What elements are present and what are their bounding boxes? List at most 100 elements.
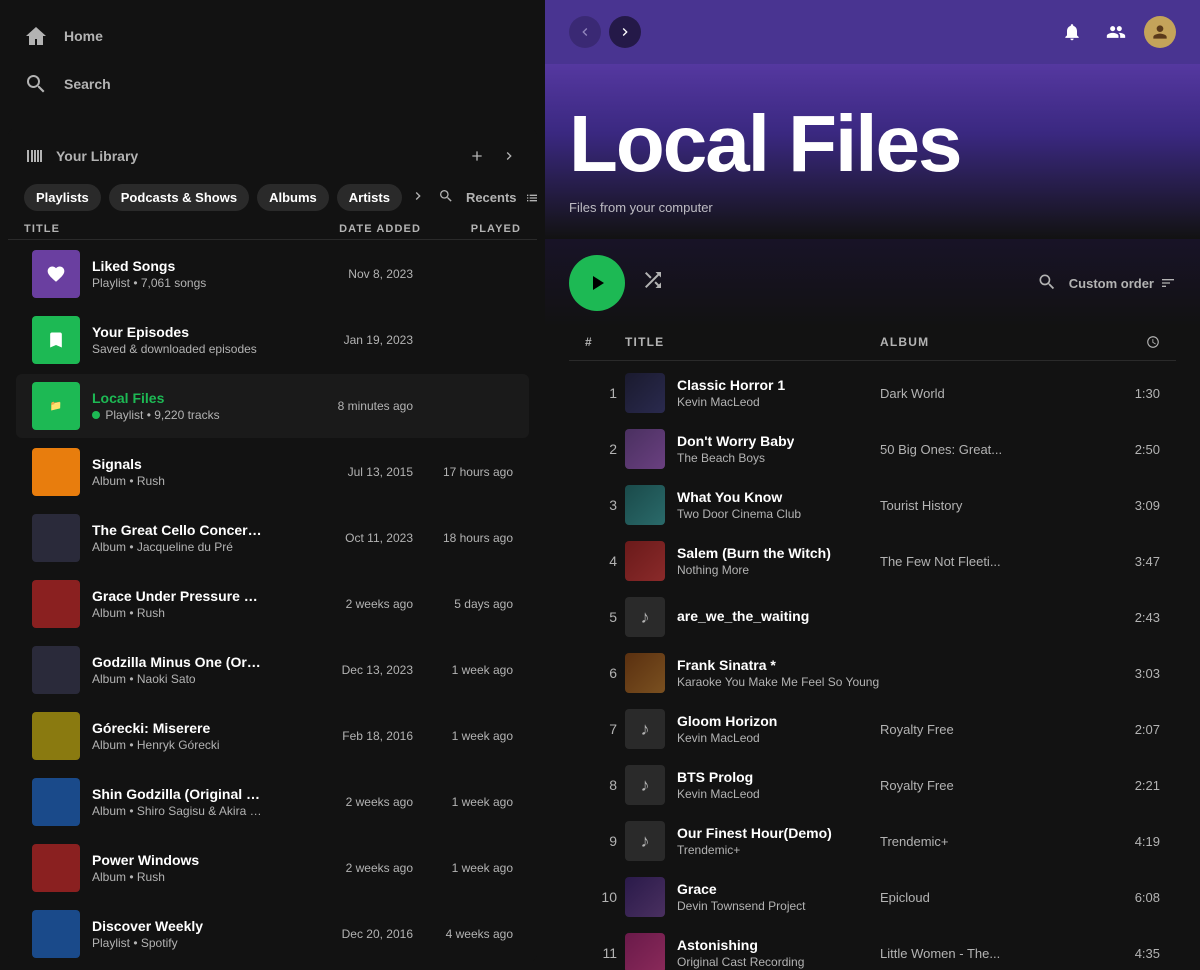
search-tracks-icon — [1037, 272, 1057, 292]
track-artist[interactable]: Devin Townsend Project — [677, 899, 806, 913]
library-search-button[interactable] — [434, 184, 458, 211]
track-album: 50 Big Ones: Great... — [880, 442, 1080, 457]
track-duration: 4:35 — [1080, 946, 1160, 961]
library-item-your-episodes[interactable]: Your Episodes Saved & downloaded episode… — [16, 308, 529, 372]
forward-button[interactable] — [609, 16, 641, 48]
track-album: The Few Not Fleeti... — [880, 554, 1080, 569]
track-row[interactable]: 3 What You Know Two Door Cinema Club Tou… — [569, 477, 1176, 533]
great-cello-sub: Album • Jacqueline du Pré — [92, 540, 263, 554]
gorecki-thumb — [32, 712, 80, 760]
track-duration: 1:30 — [1080, 386, 1160, 401]
track-name: Astonishing — [677, 937, 804, 953]
library-item-grace-pressure[interactable]: Grace Under Pressure Tour Li... Album • … — [16, 572, 529, 636]
nav-home[interactable]: Home — [8, 12, 537, 60]
track-artist[interactable]: Nothing More — [677, 563, 831, 577]
track-artist[interactable]: Kevin MacLeod — [677, 787, 760, 801]
track-row[interactable]: 1 Classic Horror 1 Kevin MacLeod Dark Wo… — [569, 365, 1176, 421]
track-row[interactable]: 8 ♪ BTS Prolog Kevin MacLeod Royalty Fre… — [569, 757, 1176, 813]
track-artist[interactable]: Two Door Cinema Club — [677, 507, 801, 521]
user-avatar[interactable] — [1144, 16, 1176, 48]
pill-albums[interactable]: Albums — [257, 184, 329, 211]
discover-weekly-info: Discover Weekly Playlist • Spotify — [92, 918, 263, 950]
library-item-liked-songs[interactable]: Liked Songs Playlist • 7,061 songs Nov 8… — [16, 242, 529, 306]
track-thumb — [625, 877, 665, 917]
search-small-icon — [438, 188, 454, 204]
track-artist[interactable]: Karaoke You Make Me Feel So Young — [677, 675, 879, 689]
gorecki-date: Feb 18, 2016 — [263, 729, 413, 743]
great-cello-name: The Great Cello Concertos: ... — [92, 522, 263, 538]
add-library-button[interactable] — [465, 144, 489, 168]
track-thumb: ♪ — [625, 597, 665, 637]
power-windows-sub: Album • Rush — [92, 870, 263, 884]
notifications-button[interactable] — [1056, 16, 1088, 48]
track-row[interactable]: 6 Frank Sinatra * Karaoke You Make Me Fe… — [569, 645, 1176, 701]
track-info: Salem (Burn the Witch) Nothing More — [625, 541, 880, 581]
track-album: Tourist History — [880, 498, 1080, 513]
expand-library-button[interactable] — [497, 144, 521, 168]
play-icon — [585, 271, 609, 295]
track-row[interactable]: 11 Astonishing Original Cast Recording L… — [569, 925, 1176, 970]
pill-playlists[interactable]: Playlists — [24, 184, 101, 211]
godzilla-name: Godzilla Minus One (Original... — [92, 654, 263, 670]
track-col-album: Album — [880, 335, 1080, 352]
track-artist[interactable]: Trendemic+ — [677, 843, 832, 857]
track-row[interactable]: 5 ♪ are_we_the_waiting 2:43 — [569, 589, 1176, 645]
track-name: Salem (Burn the Witch) — [677, 545, 831, 561]
recents-button[interactable]: Recents — [466, 190, 517, 205]
library-item-gorecki[interactable]: Górecki: Miserere Album • Henryk Górecki… — [16, 704, 529, 768]
track-artist[interactable]: Kevin MacLeod — [677, 395, 785, 409]
play-button[interactable] — [569, 255, 625, 311]
nav-arrows — [569, 16, 641, 48]
track-artist[interactable]: Original Cast Recording — [677, 955, 804, 969]
back-button[interactable] — [569, 16, 601, 48]
track-artist[interactable]: The Beach Boys — [677, 451, 794, 465]
track-row[interactable]: 2 Don't Worry Baby The Beach Boys 50 Big… — [569, 421, 1176, 477]
track-thumb — [625, 429, 665, 469]
library-actions — [465, 144, 521, 168]
track-thumb: ♪ — [625, 821, 665, 861]
library-item-great-cello[interactable]: The Great Cello Concertos: ... Album • J… — [16, 506, 529, 570]
custom-order-label: Custom order — [1069, 276, 1154, 291]
track-album: Little Women - The... — [880, 946, 1080, 961]
library-section: Your Library Play — [8, 128, 537, 962]
discover-weekly-name: Discover Weekly — [92, 918, 263, 934]
bell-icon — [1062, 22, 1082, 42]
custom-order-button[interactable]: Custom order — [1069, 275, 1176, 291]
pill-podcasts[interactable]: Podcasts & Shows — [109, 184, 249, 211]
track-row[interactable]: 10 Grace Devin Townsend Project Epicloud… — [569, 869, 1176, 925]
library-item-discover-weekly[interactable]: Discover Weekly Playlist • Spotify Dec 2… — [16, 902, 529, 962]
track-info: ♪ Gloom Horizon Kevin MacLeod — [625, 709, 880, 749]
track-album: Royalty Free — [880, 722, 1080, 737]
great-cello-info: The Great Cello Concertos: ... Album • J… — [92, 522, 263, 554]
nav-search[interactable]: Search — [8, 60, 537, 108]
library-item-shin-godzilla[interactable]: Shin Godzilla (Original Motio... Album •… — [16, 770, 529, 834]
track-details: Salem (Burn the Witch) Nothing More — [677, 545, 831, 577]
library-item-signals[interactable]: Signals Album • Rush Jul 13, 2015 17 hou… — [16, 440, 529, 504]
signals-thumb — [32, 448, 80, 496]
discover-weekly-thumb — [32, 910, 80, 958]
track-col-num: # — [585, 335, 625, 352]
shuffle-button[interactable] — [641, 268, 665, 298]
your-episodes-sub: Saved & downloaded episodes — [92, 342, 263, 356]
track-row[interactable]: 7 ♪ Gloom Horizon Kevin MacLeod Royalty … — [569, 701, 1176, 757]
library-item-local-files[interactable]: 📁 Local Files Playlist • 9,220 tracks 8 … — [16, 374, 529, 438]
nav-home-label: Home — [64, 28, 103, 44]
library-title-btn[interactable]: Your Library — [24, 144, 138, 168]
track-artist[interactable]: Kevin MacLeod — [677, 731, 777, 745]
track-number: 1 — [585, 385, 625, 401]
pill-more-button[interactable] — [410, 184, 426, 211]
controls-right: Custom order — [1037, 272, 1176, 295]
library-item-power-windows[interactable]: Power Windows Album • Rush 2 weeks ago 1… — [16, 836, 529, 900]
track-duration: 3:03 — [1080, 666, 1160, 681]
chevron-right-icon — [410, 188, 426, 204]
library-item-godzilla[interactable]: Godzilla Minus One (Original... Album • … — [16, 638, 529, 702]
track-search-button[interactable] — [1037, 272, 1057, 295]
track-row[interactable]: 9 ♪ Our Finest Hour(Demo) Trendemic+ Tre… — [569, 813, 1176, 869]
pill-artists[interactable]: Artists — [337, 184, 402, 211]
your-episodes-date: Jan 19, 2023 — [263, 333, 413, 347]
track-details: Our Finest Hour(Demo) Trendemic+ — [677, 825, 832, 857]
track-details: What You Know Two Door Cinema Club — [677, 489, 801, 521]
friends-button[interactable] — [1100, 16, 1132, 48]
gorecki-name: Górecki: Miserere — [92, 720, 263, 736]
track-row[interactable]: 4 Salem (Burn the Witch) Nothing More Th… — [569, 533, 1176, 589]
